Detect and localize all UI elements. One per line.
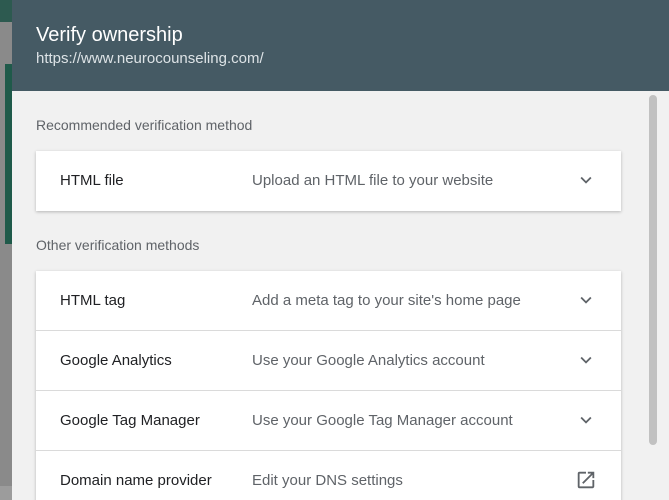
- method-name: Google Tag Manager: [60, 412, 200, 429]
- verify-ownership-dialog: Verify ownership https://www.neurocounse…: [12, 0, 669, 500]
- method-description: Edit your DNS settings: [252, 472, 403, 489]
- method-description: Use your Google Analytics account: [252, 352, 485, 369]
- method-description: Add a meta tag to your site's home page: [252, 292, 521, 309]
- chevron-down-icon[interactable]: [575, 289, 597, 311]
- method-row-google-analytics[interactable]: Google Analytics Use your Google Analyti…: [36, 331, 621, 391]
- chevron-down-icon[interactable]: [575, 169, 597, 191]
- other-methods-card: HTML tag Add a meta tag to your site's h…: [36, 271, 621, 500]
- dialog-subtitle: https://www.neurocounseling.com/: [36, 50, 264, 67]
- chevron-down-icon[interactable]: [575, 349, 597, 371]
- dialog-title: Verify ownership: [36, 24, 183, 46]
- method-name: Google Analytics: [60, 352, 172, 369]
- dialog-header: Verify ownership https://www.neurocounse…: [12, 0, 669, 91]
- method-name: HTML file: [60, 172, 124, 189]
- other-section-label: Other verification methods: [36, 237, 200, 253]
- scrollbar-thumb[interactable]: [649, 95, 657, 445]
- method-row-domain-name-provider[interactable]: Domain name provider Edit your DNS setti…: [36, 451, 621, 500]
- method-description: Use your Google Tag Manager account: [252, 412, 513, 429]
- method-description: Upload an HTML file to your website: [252, 172, 494, 189]
- method-name: Domain name provider: [60, 472, 212, 489]
- method-row-html-file[interactable]: HTML file Upload an HTML file to your we…: [36, 151, 621, 211]
- method-row-html-tag[interactable]: HTML tag Add a meta tag to your site's h…: [36, 271, 621, 331]
- recommended-methods-card: HTML file Upload an HTML file to your we…: [36, 151, 621, 211]
- method-row-google-tag-manager[interactable]: Google Tag Manager Use your Google Tag M…: [36, 391, 621, 451]
- recommended-section-label: Recommended verification method: [36, 117, 253, 133]
- open-in-new-icon[interactable]: [575, 469, 597, 491]
- chevron-down-icon[interactable]: [575, 409, 597, 431]
- dialog-content: Recommended verification method HTML fil…: [12, 91, 669, 500]
- method-name: HTML tag: [60, 292, 126, 309]
